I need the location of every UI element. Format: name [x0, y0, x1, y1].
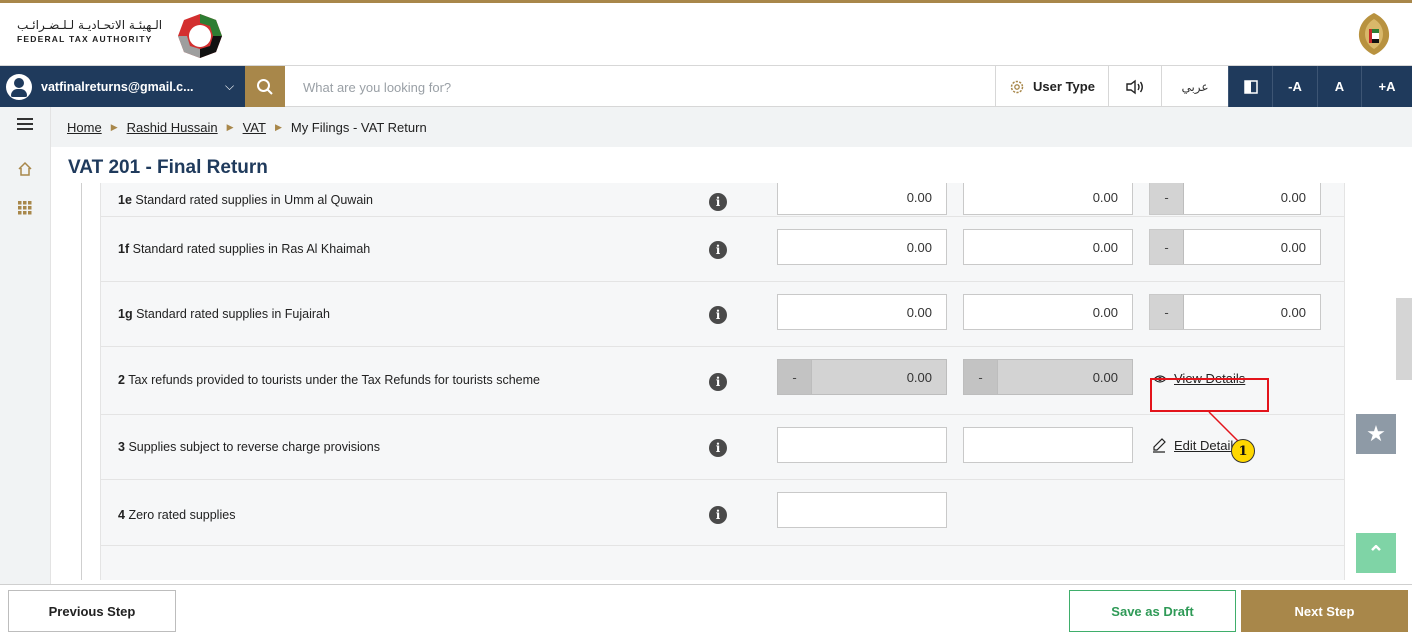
vat-amount-field[interactable]: [963, 427, 1133, 463]
chevron-down-icon: ⌵: [225, 79, 235, 93]
page-title: VAT 201 - Final Return: [68, 157, 268, 178]
annotation-highlight-box: [1150, 378, 1269, 412]
search-input[interactable]: [303, 75, 983, 99]
logo-arabic-name: الـهيئـة الاتحـاديـة لـلـضـرائـب: [17, 18, 163, 32]
star-icon: ★: [1366, 421, 1386, 446]
user-avatar-icon: [6, 73, 32, 100]
font-decrease-button[interactable]: -A: [1272, 66, 1317, 107]
minus-prefix: -: [964, 360, 998, 394]
uae-emblem-icon: [1358, 13, 1390, 55]
row-label: 1e Standard rated supplies in Umm al Quw…: [118, 193, 374, 207]
scrollbar-track[interactable]: [1394, 183, 1406, 580]
scroll-to-top-button[interactable]: ⌃: [1356, 533, 1396, 573]
info-icon[interactable]: i: [709, 193, 727, 211]
amount-field[interactable]: [777, 492, 947, 528]
row-label: 4 Zero rated supplies: [118, 508, 236, 522]
double-chevron-up-icon: ⌃: [1367, 542, 1385, 565]
row-label: 2 Tax refunds provided to tourists under…: [118, 373, 540, 387]
language-toggle[interactable]: عربي: [1161, 66, 1228, 107]
fta-logo-icon: [178, 14, 222, 58]
fta-logo-text[interactable]: الـهيئـة الاتحـاديـة لـلـضـرائـب FEDERAL…: [17, 17, 177, 45]
user-email: vatfinalreturns@gmail.c...: [41, 79, 194, 94]
row-label: 3 Supplies subject to reverse charge pro…: [118, 440, 380, 454]
vat-amount-field[interactable]: 0.00: [963, 183, 1133, 215]
home-icon[interactable]: [14, 158, 36, 180]
breadcrumb-current: My Filings - VAT Return: [290, 119, 427, 135]
user-menu[interactable]: vatfinalreturns@gmail.c... ⌵: [0, 66, 245, 107]
info-icon[interactable]: i: [709, 373, 727, 391]
breadcrumb: Home ▶ Rashid Hussain ▶ VAT ▶ My Filings…: [51, 107, 1412, 147]
contrast-button[interactable]: [1228, 66, 1272, 107]
left-rail: [0, 107, 51, 585]
row-label: 1f Standard rated supplies in Ras Al Kha…: [118, 242, 371, 256]
user-type-label: User Type: [1033, 79, 1095, 94]
amount-field[interactable]: 0.00: [777, 183, 947, 215]
info-icon[interactable]: i: [709, 306, 727, 324]
amount-field[interactable]: 0.00: [777, 229, 947, 265]
row-1e: 1e Standard rated supplies in Umm al Quw…: [100, 183, 1345, 217]
edit-icon: [1153, 438, 1166, 453]
minus-prefix: -: [1150, 230, 1184, 264]
apps-grid-icon[interactable]: [14, 197, 36, 219]
adjustment-field[interactable]: -0.00: [1149, 294, 1321, 330]
user-type-button[interactable]: User Type: [995, 66, 1108, 107]
search-icon: [257, 78, 273, 95]
save-draft-button[interactable]: Save as Draft: [1069, 590, 1236, 632]
amount-field[interactable]: [777, 427, 947, 463]
contrast-icon: [1243, 79, 1258, 94]
annotation-number-badge: 1: [1231, 439, 1255, 463]
gear-icon: [1010, 80, 1024, 93]
breadcrumb-separator-icon: ▶: [274, 121, 282, 132]
breadcrumb-separator-icon: ▶: [226, 121, 234, 132]
amount-field: -0.00: [777, 359, 947, 395]
breadcrumb-user[interactable]: Rashid Hussain: [127, 120, 218, 135]
minus-prefix: -: [1150, 183, 1184, 214]
adjustment-field[interactable]: -0.00: [1149, 183, 1321, 215]
speaker-icon: [1126, 79, 1143, 94]
info-icon[interactable]: i: [709, 506, 727, 524]
info-icon[interactable]: i: [709, 439, 727, 457]
row-1g: 1g Standard rated supplies in Fujairah i…: [100, 282, 1345, 347]
scrollbar-thumb[interactable]: [1396, 298, 1412, 380]
search-button[interactable]: [245, 66, 285, 107]
vat-amount-field: -0.00: [963, 359, 1133, 395]
font-reset-button[interactable]: A: [1317, 66, 1361, 107]
footer-actions: Previous Step Save as Draft Next Step: [0, 584, 1412, 635]
minus-prefix: -: [1150, 295, 1184, 329]
vat-amount-field[interactable]: 0.00: [963, 229, 1133, 265]
adjustment-field[interactable]: -0.00: [1149, 229, 1321, 265]
breadcrumb-vat[interactable]: VAT: [243, 120, 266, 135]
vat-amount-field[interactable]: 0.00: [963, 294, 1133, 330]
row-5: [100, 546, 1345, 580]
breadcrumb-separator-icon: ▶: [110, 121, 118, 132]
row-label: 1g Standard rated supplies in Fujairah: [118, 307, 330, 321]
row-1f: 1f Standard rated supplies in Ras Al Kha…: [100, 217, 1345, 282]
favorite-star-button[interactable]: ★: [1356, 414, 1396, 454]
font-increase-button[interactable]: +A: [1361, 66, 1412, 107]
row-3: 3 Supplies subject to reverse charge pro…: [100, 415, 1345, 480]
minus-prefix: -: [778, 360, 812, 394]
text-to-speech-button[interactable]: [1108, 66, 1161, 107]
amount-field[interactable]: 0.00: [777, 294, 947, 330]
hamburger-menu-icon[interactable]: [14, 113, 36, 135]
breadcrumb-home[interactable]: Home: [67, 120, 102, 135]
brand-header: الـهيئـة الاتحـاديـة لـلـضـرائـب FEDERAL…: [0, 3, 1412, 65]
logo-english-name: FEDERAL TAX AUTHORITY: [17, 34, 153, 44]
form-divider: [81, 183, 82, 580]
info-icon[interactable]: i: [709, 241, 727, 259]
row-4: 4 Zero rated supplies i: [100, 480, 1345, 546]
top-navbar: vatfinalreturns@gmail.c... ⌵ User Type ع…: [0, 65, 1412, 107]
next-step-button[interactable]: Next Step: [1241, 590, 1408, 632]
previous-step-button[interactable]: Previous Step: [8, 590, 176, 632]
